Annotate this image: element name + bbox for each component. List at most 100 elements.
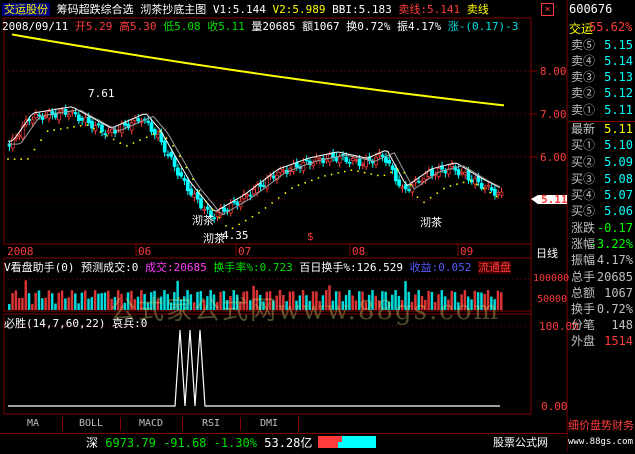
bbi-dot	[66, 127, 69, 129]
stock-name[interactable]: 交运股份	[2, 3, 50, 16]
bbi-dot	[475, 183, 478, 186]
candle-body	[456, 169, 461, 176]
candle-body	[179, 172, 184, 177]
vol-turnover: 换手率%:0.723	[213, 261, 293, 274]
candle-body	[460, 171, 464, 174]
candle-body	[67, 114, 71, 117]
candle-body	[192, 193, 197, 198]
indicator-label[interactable]: 必胜(14,7,60,22)	[4, 317, 105, 330]
volume-bar	[103, 292, 107, 310]
candle-body	[245, 194, 250, 197]
bbi-dot	[291, 187, 293, 190]
candle-body	[248, 194, 253, 197]
quote-row[interactable]: 卖③ 5.13	[569, 70, 635, 85]
main-grid	[4, 70, 531, 327]
bbi-dot	[469, 179, 472, 182]
tab-rsi[interactable]: RSI	[182, 417, 241, 431]
quote-label: 买③	[571, 172, 596, 186]
candle-body	[113, 129, 118, 134]
close-icon[interactable]: ×	[541, 3, 554, 16]
quote-row[interactable]: 总额 1067	[569, 286, 635, 301]
candle-body	[450, 164, 454, 167]
volume-bar	[60, 290, 64, 310]
tab-boll[interactable]: BOLL	[62, 417, 121, 431]
vol-hundred: 百日换手%:126.529	[299, 261, 403, 274]
info-open: 开5.29	[74, 20, 113, 33]
quote-row[interactable]: 换手 0.72%	[569, 302, 635, 317]
quote-row[interactable]: 最新 5.11	[569, 121, 635, 137]
quote-row[interactable]: 涨幅 -3.22%	[569, 237, 635, 252]
bbi-dot	[92, 127, 95, 130]
candle-body	[337, 156, 342, 164]
candle-body	[354, 159, 359, 162]
quote-row[interactable]: 买① 5.10	[569, 138, 635, 153]
volume-bar	[17, 298, 21, 310]
dollar-marker: $	[307, 230, 314, 243]
bbi-dot	[390, 171, 392, 174]
quote-label: 最新	[571, 122, 596, 136]
quote-label: 外盘	[571, 334, 596, 348]
quote-label: 卖④	[571, 54, 596, 68]
candle-body	[185, 179, 190, 192]
volume-bar	[74, 293, 77, 310]
tab-dmi[interactable]: DMI	[240, 417, 299, 431]
quote-row[interactable]: 卖④ 5.14	[569, 54, 635, 69]
candle-body	[182, 177, 187, 181]
bbi-dot	[436, 192, 439, 195]
bbi-dot	[489, 191, 491, 194]
quote-value: 148	[611, 318, 633, 332]
quote-row[interactable]: 卖① 5.11	[569, 103, 635, 118]
bbi-dot	[251, 215, 254, 218]
quote-row[interactable]: 卖⑤ 5.15	[569, 38, 635, 53]
y-label-8: 8.00	[540, 65, 567, 78]
bbi-dot	[350, 169, 353, 172]
quote-row[interactable]: 外盘 1514	[569, 334, 635, 349]
candle-body	[304, 159, 309, 162]
vol-panel-label[interactable]: V看盘助手(0)	[4, 261, 75, 274]
quote-row[interactable]: 振幅 4.17%	[569, 253, 635, 268]
period-label[interactable]: 日线	[536, 245, 558, 261]
site-url: www.88gs.com	[568, 437, 634, 447]
watermark: 公式家公式网www.88gs.com	[110, 296, 501, 326]
bbi-dot	[139, 139, 141, 142]
quote-value: 5.08	[604, 172, 633, 186]
quote-row[interactable]: 买⑤ 5.06	[569, 204, 635, 219]
bbi-dot	[40, 139, 42, 142]
candle-body	[43, 115, 48, 118]
bbi-dot	[59, 128, 62, 130]
volume-bar	[77, 303, 80, 310]
tab-ma[interactable]: MA	[4, 417, 63, 431]
candle-body	[423, 173, 428, 180]
quote-value: 5.11	[604, 122, 633, 136]
signal-line	[8, 329, 500, 407]
indicator-name[interactable]: 筹码超跌综合选	[57, 3, 134, 16]
quote-value: 5.12	[604, 86, 633, 100]
quote-row[interactable]: 买④ 5.07	[569, 188, 635, 203]
quote-row[interactable]: 买② 5.09	[569, 155, 635, 170]
main-panel-frame	[3, 17, 532, 245]
quote-row[interactable]: 买③ 5.08	[569, 172, 635, 187]
quote-label: 换手	[571, 302, 596, 316]
bbi-dot	[482, 187, 485, 190]
candle-body	[96, 123, 101, 126]
stock-code[interactable]: 600676	[569, 2, 612, 16]
sub-title: 沏茶抄底主图	[140, 3, 207, 16]
bbi-dot	[337, 172, 340, 174]
quote-row[interactable]: 卖② 5.12	[569, 86, 635, 101]
quote-value: 20685	[596, 270, 633, 284]
volume-bar	[83, 290, 87, 310]
candle-body	[110, 129, 114, 133]
x-label-2008: 2008	[7, 245, 34, 258]
bbi-dot	[442, 187, 445, 190]
quote-bottom-tabs[interactable]: 细价盘势财务	[568, 417, 634, 433]
quote-row[interactable]: 总手 20685	[569, 270, 635, 285]
tab-macd[interactable]: MACD	[120, 417, 183, 431]
quote-value: -3.22%	[589, 237, 633, 251]
bbi-dot	[73, 125, 75, 128]
bbi-dot	[13, 158, 16, 161]
quote-value: 5.14	[604, 54, 633, 68]
quote-row[interactable]: 分笔 148	[569, 318, 635, 333]
tea-signal-2: 沏茶	[203, 232, 225, 245]
quote-row[interactable]: 涨跌 -0.17	[569, 221, 635, 236]
candle-body	[427, 170, 431, 177]
